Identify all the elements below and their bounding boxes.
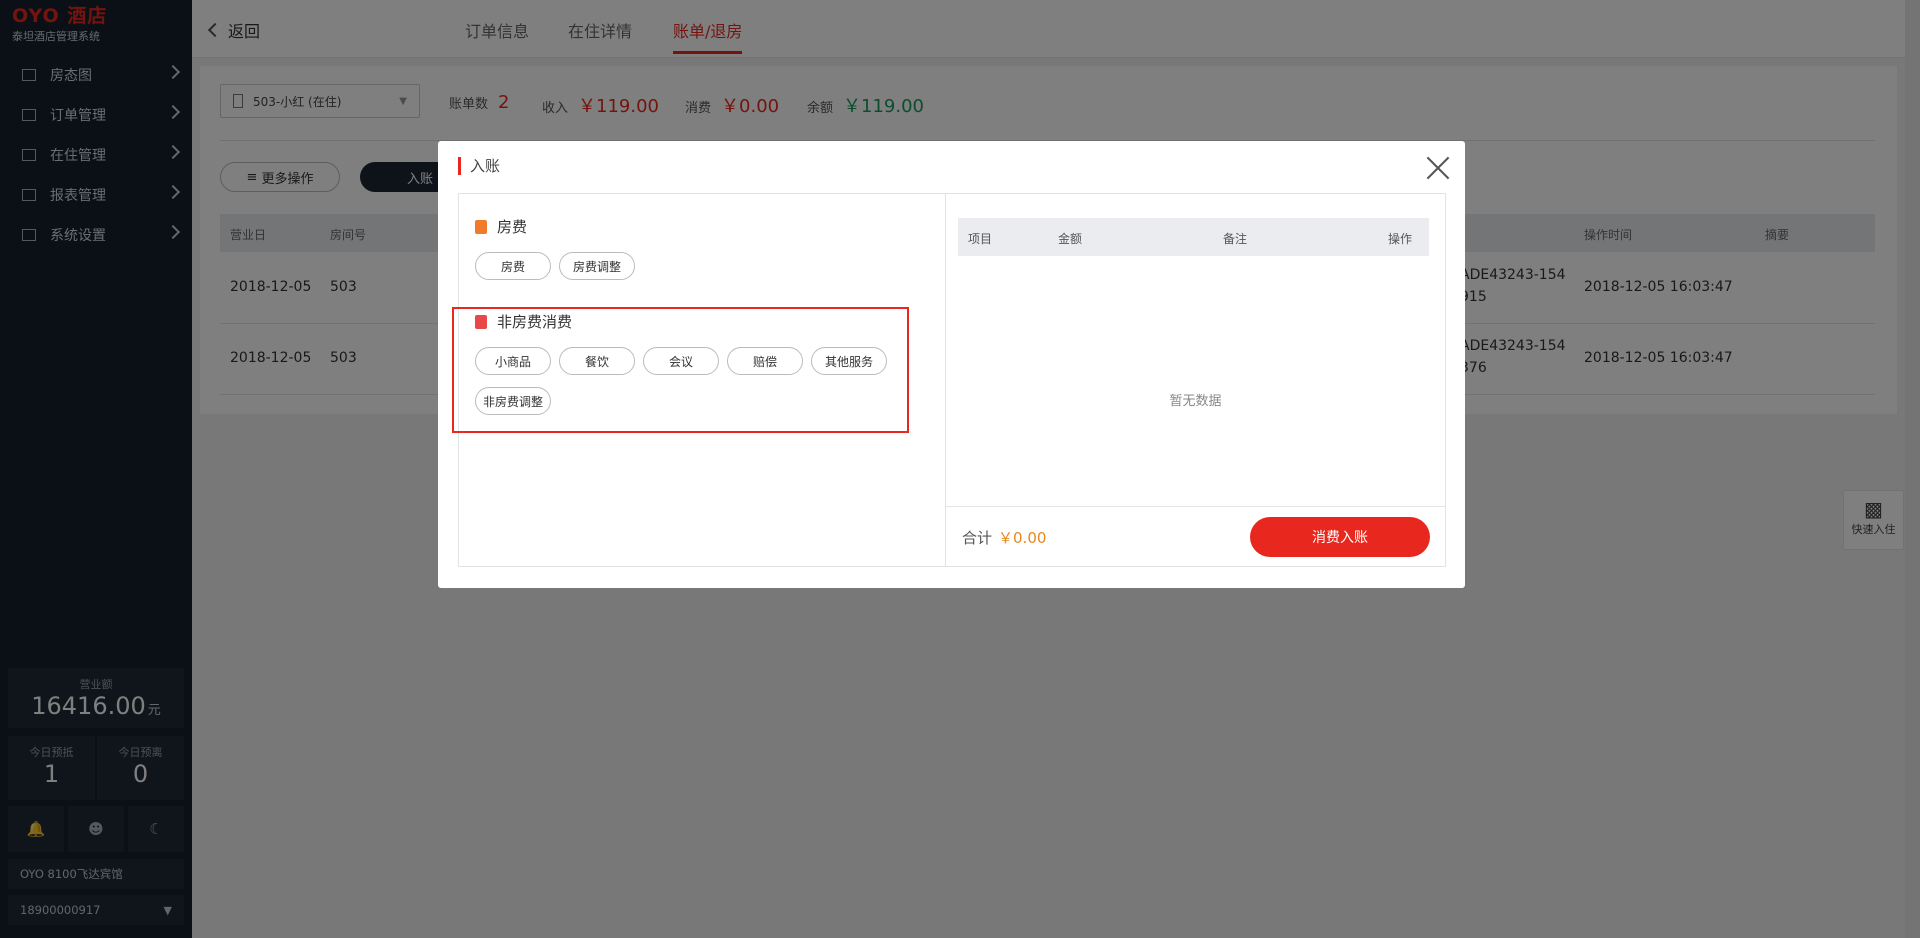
- room-fee-section: 房费: [475, 216, 527, 237]
- submit-consumption-button[interactable]: 消费入账: [1250, 517, 1430, 557]
- total-label: 合计: [962, 529, 993, 547]
- col-amount: 金额: [1058, 232, 1083, 246]
- col-action: 操作: [1388, 232, 1413, 246]
- option-room-fee[interactable]: 房费: [475, 252, 551, 280]
- highlight-box: [452, 307, 909, 433]
- room-fee-icon: [475, 219, 487, 234]
- entry-panel: 项目 金额 备注 操作 暂无数据 合计 ￥0.00 消费入账: [945, 193, 1446, 567]
- modal-title: 入账: [458, 157, 500, 175]
- entry-footer: 合计 ￥0.00 消费入账: [946, 506, 1445, 567]
- close-icon[interactable]: [1425, 155, 1451, 181]
- col-note: 备注: [1223, 232, 1248, 246]
- empty-state: 暂无数据: [1169, 394, 1222, 409]
- room-fee-title: 房费: [497, 218, 528, 236]
- option-room-fee-adjust[interactable]: 房费调整: [559, 252, 635, 280]
- col-item: 项目: [968, 232, 993, 246]
- entry-table-header: 项目 金额 备注 操作: [958, 218, 1429, 256]
- total: 合计 ￥0.00: [962, 527, 1046, 548]
- total-value: ￥0.00: [998, 529, 1047, 547]
